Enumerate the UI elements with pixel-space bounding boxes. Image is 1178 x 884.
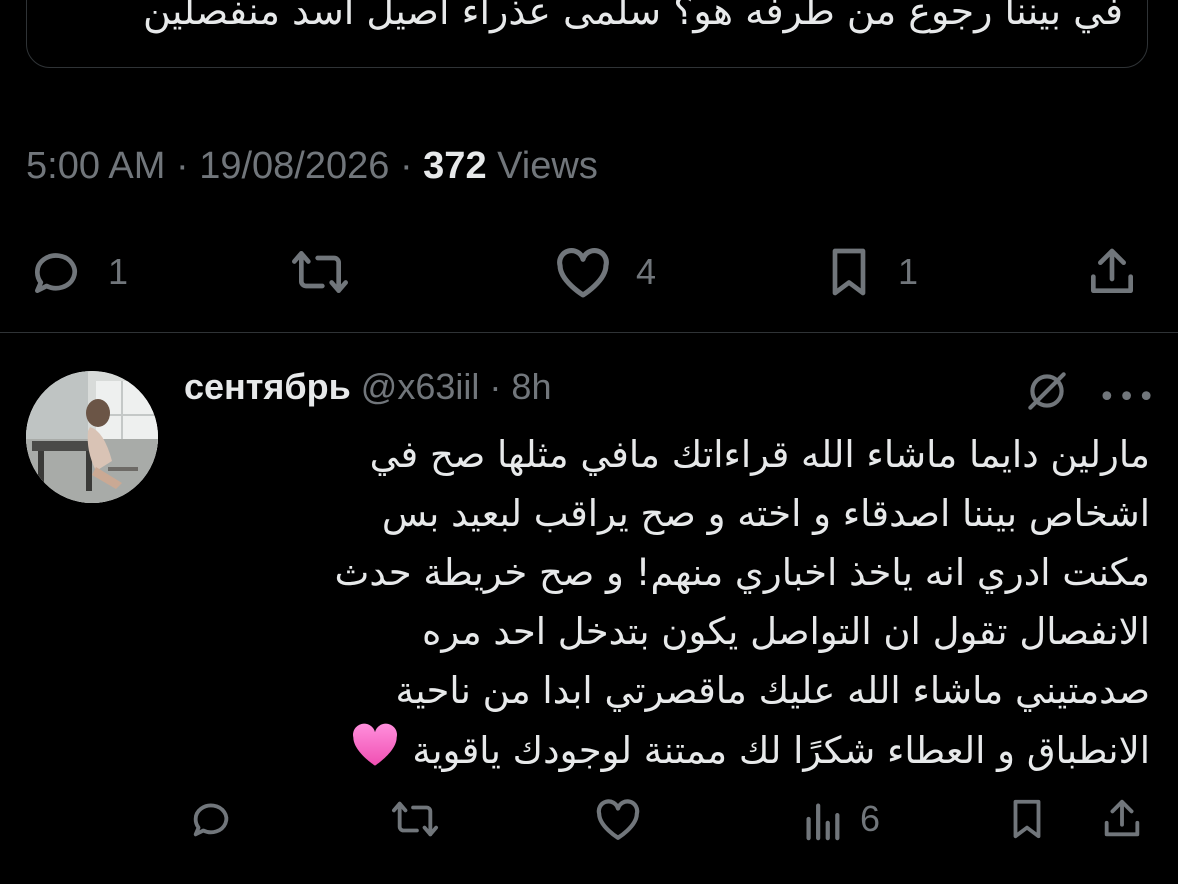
tweet-meta: 5:00 AM · 19/08/2026 · 372 Views (26, 145, 598, 188)
retweet-icon (292, 251, 348, 293)
mute-icon (1028, 372, 1066, 410)
bookmark-icon (1013, 799, 1041, 839)
username[interactable]: @x63iil (361, 366, 480, 407)
reply-header: сентябрь @x63iil · 8h (184, 366, 551, 408)
views-button[interactable]: 6 (800, 796, 880, 842)
pink-heart-emoji (349, 720, 401, 785)
views-label: Views (497, 145, 598, 187)
reply-button[interactable] (186, 796, 236, 842)
bookmark-button[interactable] (1004, 796, 1050, 842)
reply-count: 1 (108, 251, 129, 292)
reply-line: اشخاص بيننا اصدقاء و اخته و صح يراقب لبع… (381, 492, 1150, 535)
more-button[interactable]: ••• (1098, 380, 1157, 415)
views-icon (806, 803, 840, 841)
reply-line: الانطباق و العطاء شكرًا لك ممتنة لوجودك … (412, 729, 1150, 772)
like-icon (596, 799, 640, 840)
retweet-button[interactable] (388, 796, 442, 842)
reply-button[interactable]: 1 (26, 244, 128, 300)
more-icon: ••• (1098, 380, 1158, 415)
reply-line: مكنت ادري انه ياخذ اخباري منهم! و صح خري… (334, 551, 1150, 594)
tweet-date[interactable]: 19/08/2026 (199, 145, 389, 187)
share-icon (1104, 799, 1140, 837)
like-icon (557, 248, 609, 298)
reply-line: صدمتيني ماشاء الله عليك ماقصرتي ابدا من … (395, 669, 1150, 712)
reply-icon (193, 803, 229, 837)
meta-separator: · (399, 145, 413, 187)
like-button[interactable]: 4 (552, 244, 656, 300)
avatar[interactable] (26, 371, 158, 503)
share-button[interactable] (1098, 796, 1146, 842)
reply-text: مارلين دايما ماشاء الله قراءاتك مافي مثل… (184, 425, 1150, 785)
bookmark-count: 1 (898, 251, 919, 292)
retweet-icon (391, 801, 438, 837)
reply-line-last: الانطباق و العطاء شكرًا لك ممتنة لوجودك … (184, 720, 1150, 785)
quoted-tweet-card[interactable]: في بيننا رجوع من طرفه هو؟ سلمى عذراء أصي… (26, 0, 1148, 68)
divider (0, 332, 1178, 333)
like-count: 4 (636, 251, 657, 292)
like-button[interactable] (592, 796, 644, 842)
quoted-tweet-text: في بيننا رجوع من طرفه هو؟ سلمى عذراء أصي… (142, 0, 1123, 33)
reply-time[interactable]: 8h (511, 366, 551, 407)
share-icon (1091, 248, 1133, 293)
views-count: 372 (423, 145, 487, 187)
bookmark-button[interactable]: 1 (822, 244, 918, 300)
tweet-time[interactable]: 5:00 AM (26, 145, 165, 187)
retweet-button[interactable] (288, 244, 374, 300)
views-count: 6 (860, 798, 881, 839)
bookmark-icon (832, 248, 866, 296)
reply-icon (34, 253, 77, 293)
reply-line: الانفصال تقول ان التواصل يكون بتدخل احد … (422, 610, 1150, 653)
reply-line: مارلين دايما ماشاء الله قراءاتك مافي مثل… (369, 433, 1150, 476)
header-separator: · (489, 366, 502, 407)
display-name[interactable]: сентябрь (184, 366, 351, 407)
meta-separator: · (175, 145, 189, 187)
share-button[interactable] (1084, 244, 1140, 300)
mute-button[interactable] (1022, 366, 1072, 420)
